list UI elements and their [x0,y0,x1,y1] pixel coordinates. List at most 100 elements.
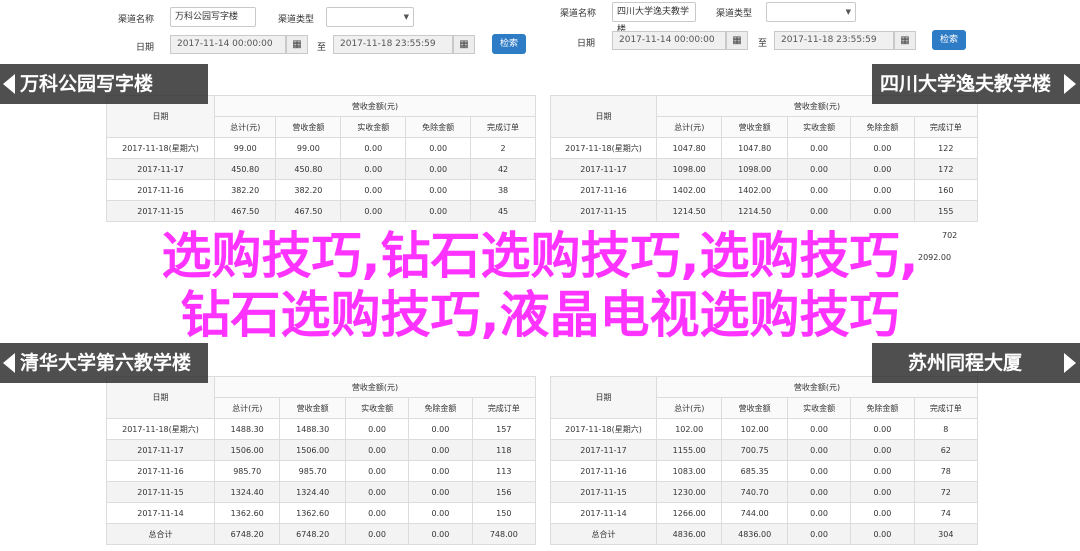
channel-name-select[interactable]: 万科公园写字楼 [170,7,256,27]
cell: 0.00 [850,502,915,524]
banner-bottom-right: 苏州同程大厦 [872,343,1080,383]
table-row: 2017-11-14 1266.00 744.00 0.00 0.00 74 [550,502,979,524]
cell: 1362.60 [213,502,281,524]
cell: 1324.40 [213,481,281,503]
banner-bottom-left: 清华大学第六教学楼 [0,343,208,383]
table-header-col: 免除金额 [405,116,472,138]
cell: 0.00 [786,158,852,180]
channel-type-select[interactable]: ▼ [326,7,414,27]
cell: 1362.60 [279,502,346,524]
cell: 2017-11-18(星期六) [106,137,215,159]
date-label: 日期 [136,43,155,53]
cell: 156 [471,481,537,503]
revenue-table: 日期 营收金额(元) 总计(元) 营收金额 实收金额 免除金额 完成订单 201… [550,376,979,545]
table-row: 2017-11-15 1230.00 740.70 0.00 0.00 72 [550,481,979,503]
cell: 304 [913,523,979,545]
cell: 4836.00 [721,523,788,545]
table-row: 2017-11-14 1362.60 1362.60 0.00 0.00 150 [106,502,537,524]
cell: 1214.50 [721,200,788,222]
channel-name-label: 渠道名称 [118,15,155,25]
banner-title: 四川大学逸夫教学楼 [880,73,1052,95]
table-header-col: 营收金额 [721,397,788,419]
cell: 1230.00 [655,481,723,503]
table-row: 2017-11-16 985.70 985.70 0.00 0.00 113 [106,460,537,482]
table-row: 2017-11-18(星期六) 99.00 99.00 0.00 0.00 2 [106,137,536,159]
table-row: 2017-11-17 1506.00 1506.00 0.00 0.00 118 [106,439,537,461]
revenue-table: 日期 营收金额(元) 总计(元) 营收金额 实收金额 免除金额 完成订单 201… [106,95,536,222]
table-header-col: 总计(元) [213,397,281,419]
cell: 150 [471,502,537,524]
cell: 685.35 [721,460,788,482]
calendar-icon[interactable]: ▦ [453,35,475,54]
date-from-input[interactable]: 2017-11-14 00:00:00 [612,31,726,50]
cell: 102.00 [655,418,723,440]
table-header-col: 完成订单 [470,116,536,138]
calendar-icon[interactable]: ▦ [726,31,748,50]
cell: 38 [470,179,536,201]
table-header-group: 营收金额(元) [214,95,536,117]
cell: 1324.40 [279,481,346,503]
date-from-input[interactable]: 2017-11-14 00:00:00 [170,35,286,54]
table-row: 2017-11-15 1214.50 1214.50 0.00 0.00 155 [550,200,979,222]
cell: 2017-11-15 [550,481,657,503]
table-header-col: 实收金额 [786,397,852,419]
overlay-title-line-1: 选购技巧,钻石选购技巧,选购技巧, [161,227,919,285]
cell: 0.00 [786,418,852,440]
cell: 382.20 [275,179,342,201]
cell: 0.00 [344,439,410,461]
cell: 2017-11-16 [550,179,657,201]
channel-type-label: 渠道类型 [716,9,753,19]
cell: 0.00 [344,523,410,545]
cell: 0.00 [786,502,852,524]
cell: 2017-11-16 [106,460,215,482]
date-to-input[interactable]: 2017-11-18 23:55:59 [774,31,894,50]
cell: 0.00 [850,179,915,201]
channel-type-select[interactable]: ▼ [766,2,856,22]
cell: 0.00 [408,481,473,503]
table-header-date: 日期 [550,95,657,138]
channel-name-select[interactable]: 四川大学逸夫教学楼 [612,2,696,35]
cell: 1047.80 [721,137,788,159]
arrow-left-icon [3,74,15,94]
table-header-col: 营收金额 [721,116,788,138]
cell: 62 [913,439,979,461]
cell: 172 [913,158,979,180]
cell: 740.70 [721,481,788,503]
table-row-total: 总合计 6748.20 6748.20 0.00 0.00 748.00 [106,523,537,545]
cell: 118 [471,439,537,461]
search-button[interactable]: 检索 [492,34,526,54]
cell: 1214.50 [655,200,723,222]
cell: 1506.00 [213,439,281,461]
overlay-title-line-2: 钻石选购技巧,液晶电视选购技巧 [180,286,900,344]
table-header-col: 总计(元) [655,116,723,138]
table-header-col: 完成订单 [471,397,537,419]
cell: 467.50 [213,200,277,222]
cell: 113 [471,460,537,482]
search-button[interactable]: 检索 [932,30,966,50]
table-row: 2017-11-17 1155.00 700.75 0.00 0.00 62 [550,439,979,461]
cell: 0.00 [344,502,410,524]
cell: 700.75 [721,439,788,461]
cell: 0.00 [405,179,472,201]
chevron-down-icon: ▼ [403,13,409,21]
cell: 0.00 [786,439,852,461]
date-to-input[interactable]: 2017-11-18 23:55:59 [333,35,453,54]
cell: 155 [913,200,979,222]
table-header-date: 日期 [550,376,657,419]
cell: 总合计 [550,523,657,545]
cell: 0.00 [408,502,473,524]
cell: 78 [913,460,979,482]
cell: 382.20 [213,179,277,201]
cell: 0.00 [408,418,473,440]
banner-top-right: 四川大学逸夫教学楼 [872,64,1080,104]
table-header-col: 免除金额 [408,397,473,419]
cell: 1488.30 [279,418,346,440]
cell: 0.00 [850,523,915,545]
calendar-icon[interactable]: ▦ [894,31,916,50]
calendar-icon[interactable]: ▦ [286,35,308,54]
cell: 0.00 [850,418,915,440]
chevron-down-icon: ▼ [845,8,851,16]
cell: 0.00 [850,158,915,180]
table-header-col: 营收金额 [279,397,346,419]
table-row: 2017-11-18(星期六) 102.00 102.00 0.00 0.00 8 [550,418,979,440]
